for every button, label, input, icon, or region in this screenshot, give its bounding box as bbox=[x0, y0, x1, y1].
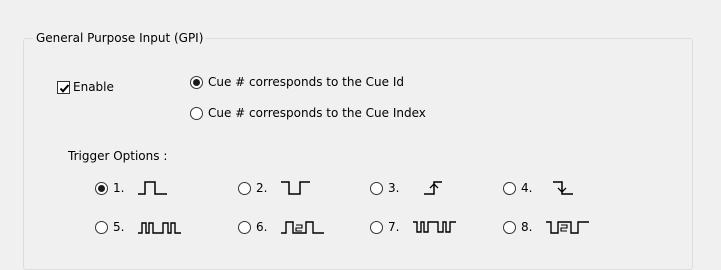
cue-index-radio[interactable] bbox=[190, 106, 203, 120]
trigger-1-radio[interactable] bbox=[95, 181, 108, 195]
trigger-2-radio[interactable] bbox=[238, 181, 251, 195]
gpi-group-title: General Purpose Input (GPI) bbox=[33, 30, 207, 46]
trigger-option-8[interactable]: 8. bbox=[503, 219, 591, 235]
trigger-5-label: 5. bbox=[113, 220, 125, 234]
trigger-8-label: 8. bbox=[521, 220, 533, 234]
trigger-option-4[interactable]: 4. bbox=[503, 180, 585, 196]
double-pulse-positive-icon bbox=[281, 221, 324, 234]
single-positive-pulse-icon bbox=[138, 181, 167, 195]
trigger-7-label: 7. bbox=[388, 220, 400, 234]
trigger-8-radio[interactable] bbox=[503, 220, 516, 234]
trigger-option-5[interactable]: 5. bbox=[95, 219, 183, 235]
trigger-option-3[interactable]: 3. bbox=[370, 180, 452, 196]
cue-id-radio[interactable] bbox=[190, 75, 203, 89]
trigger-option-7[interactable]: 7. bbox=[370, 219, 458, 235]
trigger-option-2[interactable]: 2. bbox=[238, 180, 314, 196]
trigger-option-6[interactable]: 6. bbox=[238, 219, 326, 235]
trigger-options-title: Trigger Options : bbox=[68, 148, 167, 164]
trigger-1-label: 1. bbox=[113, 181, 125, 195]
cue-index-radio-option[interactable]: Cue # corresponds to the Cue Index bbox=[190, 105, 426, 121]
pulse-train-negative-icon bbox=[413, 221, 456, 233]
trigger-6-label: 6. bbox=[256, 220, 268, 234]
enable-label: Enable bbox=[73, 80, 114, 94]
pulse-train-positive-icon bbox=[138, 222, 181, 234]
trigger-4-radio[interactable] bbox=[503, 181, 516, 195]
checkmark-icon bbox=[59, 83, 70, 93]
trigger-options-label: Trigger Options : bbox=[68, 149, 168, 163]
single-negative-pulse-icon bbox=[281, 181, 310, 195]
trigger-5-radio[interactable] bbox=[95, 220, 108, 234]
trigger-option-1[interactable]: 1. bbox=[95, 180, 171, 196]
rising-edge-icon bbox=[424, 181, 442, 195]
enable-checkbox-row[interactable]: Enable bbox=[57, 79, 114, 95]
trigger-7-radio[interactable] bbox=[370, 220, 383, 234]
trigger-3-radio[interactable] bbox=[370, 181, 383, 195]
cue-index-label: Cue # corresponds to the Cue Index bbox=[208, 106, 426, 120]
cue-id-label: Cue # corresponds to the Cue Id bbox=[208, 75, 404, 89]
enable-checkbox[interactable] bbox=[57, 80, 70, 94]
trigger-4-label: 4. bbox=[521, 181, 533, 195]
trigger-6-radio[interactable] bbox=[238, 220, 251, 234]
trigger-3-label: 3. bbox=[388, 181, 400, 195]
cue-id-radio-option[interactable]: Cue # corresponds to the Cue Id bbox=[190, 74, 404, 90]
double-pulse-negative-icon bbox=[546, 221, 589, 234]
falling-edge-icon bbox=[553, 181, 573, 195]
trigger-2-label: 2. bbox=[256, 181, 268, 195]
